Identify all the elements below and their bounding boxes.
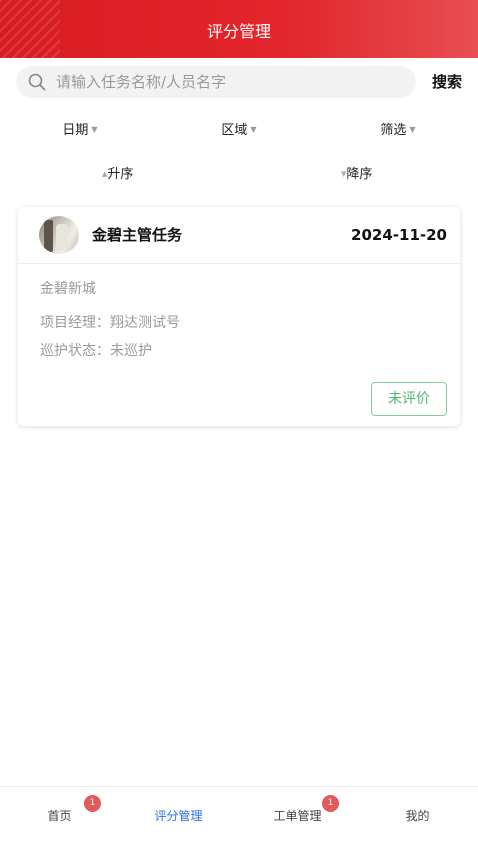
sort-ascending-label: 升序 bbox=[107, 167, 134, 182]
task-community: 金碧新城 bbox=[40, 281, 96, 297]
search-input[interactable] bbox=[56, 66, 406, 98]
filter-bar: 日期 ▼ 区域 ▼ 筛选 ▼ bbox=[0, 118, 478, 142]
task-name: 金碧主管任务 bbox=[92, 226, 183, 244]
tab-work-orders-label: 工单管理 bbox=[273, 809, 322, 823]
task-manager: 项目经理：翔达测试号 bbox=[40, 315, 180, 331]
sort-ascending[interactable]: ▲升序 bbox=[102, 162, 133, 186]
filter-region[interactable]: 区域 ▼ bbox=[199, 118, 279, 142]
tab-mine[interactable]: 我的 bbox=[357, 787, 478, 850]
task-card-header: 金碧主管任务 2024-11-20 bbox=[18, 207, 460, 264]
tab-home[interactable]: 首页 1 bbox=[0, 787, 119, 850]
sort-descending[interactable]: ▼降序 bbox=[341, 162, 372, 186]
search-button[interactable]: 搜索 bbox=[432, 66, 462, 98]
task-date: 2024-11-20 bbox=[351, 226, 447, 244]
caret-down-icon: ▼ bbox=[250, 125, 257, 134]
sort-bar: ▲升序 ▼降序 bbox=[0, 162, 478, 186]
caret-down-icon: ▼ bbox=[91, 125, 98, 134]
notification-badge: 1 bbox=[322, 795, 339, 812]
task-patrol-status: 巡护状态：未巡护 bbox=[40, 343, 152, 359]
search-row: 搜索 bbox=[16, 66, 462, 98]
app-header: 评分管理 bbox=[0, 0, 478, 58]
search-box[interactable] bbox=[16, 66, 416, 98]
filter-screen[interactable]: 筛选 ▼ bbox=[358, 118, 438, 142]
bottom-tab-bar: 首页 1 评分管理 工单管理 1 我的 bbox=[0, 786, 478, 850]
task-card[interactable]: 金碧主管任务 2024-11-20 金碧新城 项目经理：翔达测试号 巡护状态：未… bbox=[18, 207, 460, 426]
notification-badge: 1 bbox=[84, 795, 101, 812]
unrated-button[interactable]: 未评价 bbox=[371, 382, 447, 416]
filter-date-label: 日期 bbox=[62, 123, 89, 138]
tab-rating-label: 评分管理 bbox=[154, 809, 203, 823]
page-title: 评分管理 bbox=[206, 22, 271, 41]
tab-home-label: 首页 bbox=[47, 809, 72, 823]
avatar bbox=[39, 216, 79, 254]
filter-date[interactable]: 日期 ▼ bbox=[40, 118, 120, 142]
caret-down-icon: ▼ bbox=[409, 125, 416, 134]
search-icon bbox=[28, 73, 46, 91]
tab-mine-label: 我的 bbox=[405, 809, 430, 823]
filter-screen-label: 筛选 bbox=[380, 123, 407, 138]
tab-work-orders[interactable]: 工单管理 1 bbox=[238, 787, 357, 850]
tab-rating-management[interactable]: 评分管理 bbox=[119, 787, 238, 850]
filter-region-label: 区域 bbox=[221, 123, 248, 138]
sort-descending-label: 降序 bbox=[346, 167, 373, 182]
